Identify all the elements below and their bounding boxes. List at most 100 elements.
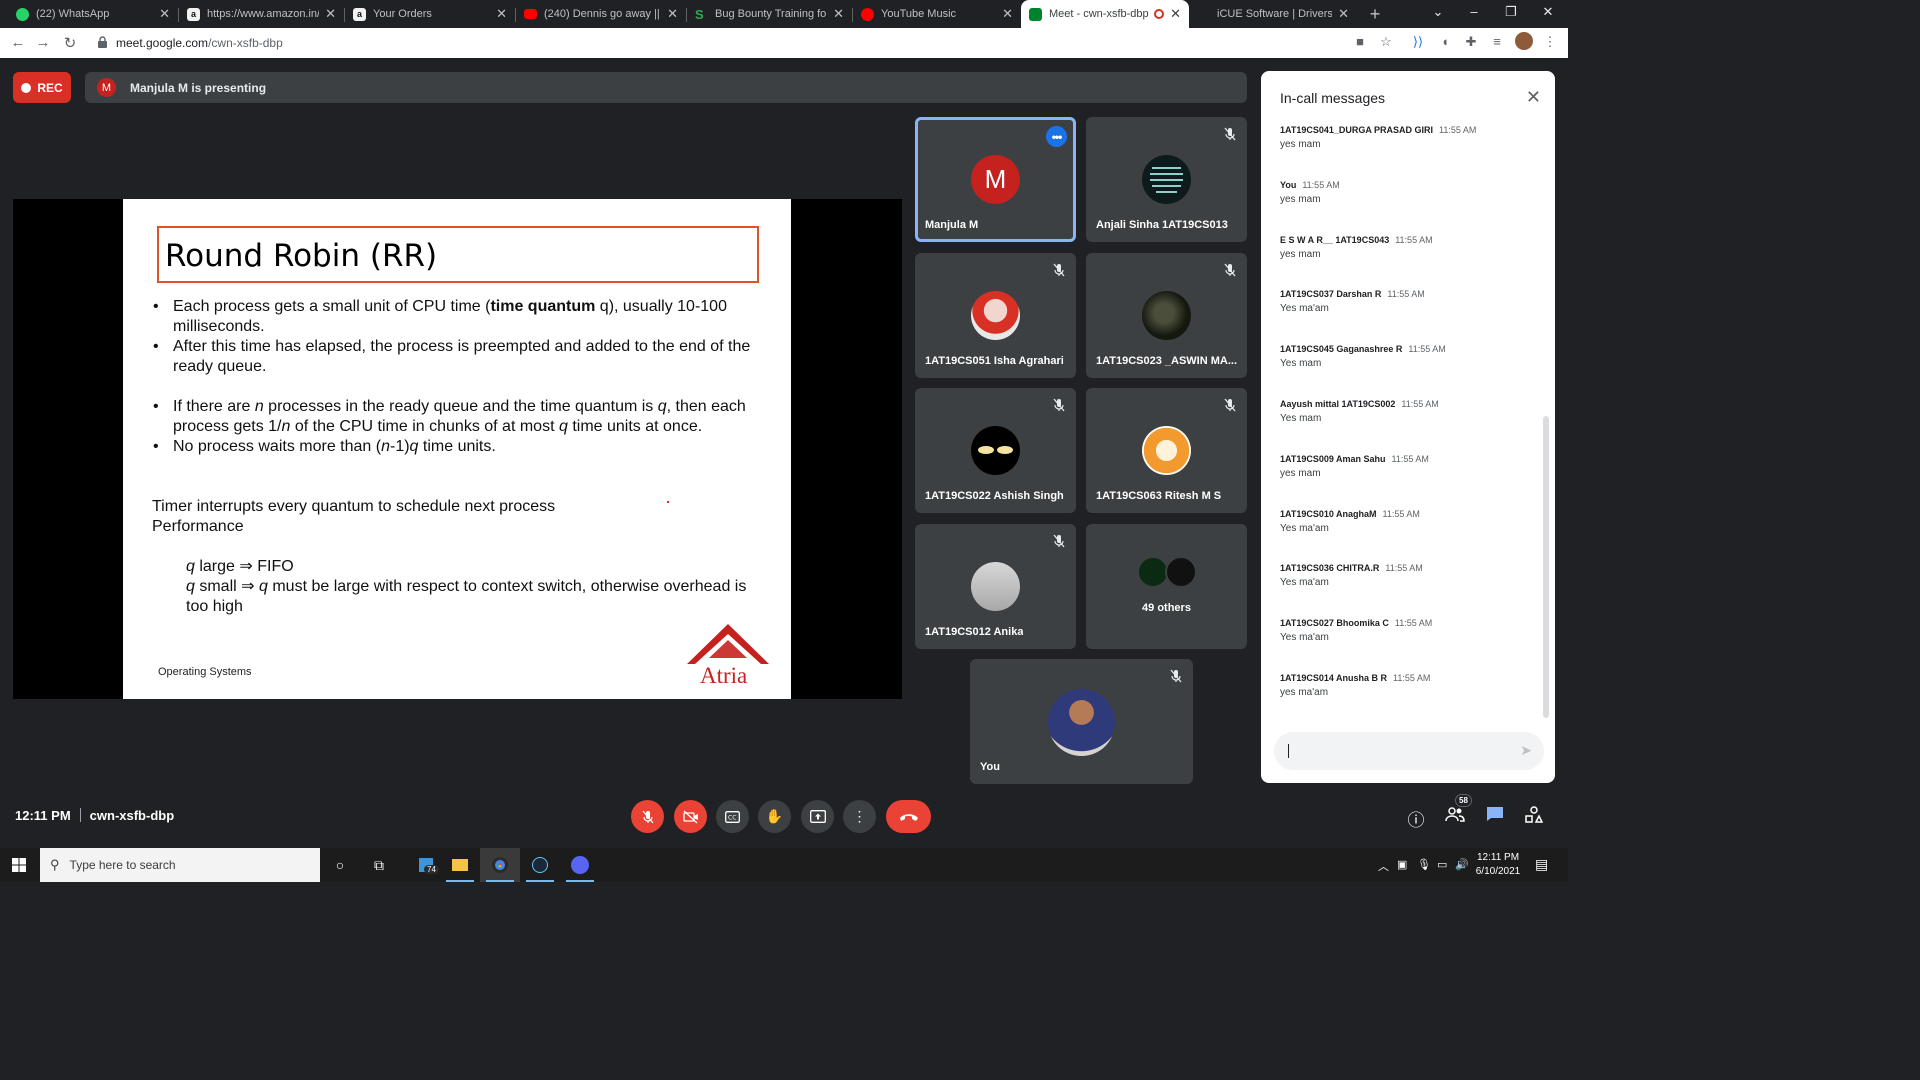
tray-mic-icon[interactable]: 🎙 <box>1417 858 1431 871</box>
more-options-icon[interactable]: ••• <box>1046 126 1067 147</box>
message-text: yes mam <box>1280 139 1321 150</box>
message-header: 1AT19CS045 Gaganashree R 11:55 AM <box>1280 344 1540 354</box>
chat-icon[interactable] <box>1484 806 1506 827</box>
mic-off-icon <box>1224 398 1236 412</box>
file-explorer-icon[interactable] <box>440 848 480 882</box>
close-icon[interactable]: ✕ <box>1170 6 1181 22</box>
system-clock[interactable]: 12:11 PM 6/10/2021 <box>1472 851 1524 879</box>
discord-icon[interactable] <box>560 848 600 882</box>
window-close-button[interactable]: ✕ <box>1538 4 1558 20</box>
volume-icon[interactable]: 🔊 <box>1455 858 1469 871</box>
close-icon[interactable]: ✕ <box>325 6 336 22</box>
meeting-info-icon[interactable]: ⓘ <box>1405 806 1427 831</box>
recording-indicator-icon <box>1154 9 1165 19</box>
tab-youtube-music[interactable]: YouTube Music ✕ <box>853 0 1021 28</box>
tab-youtube[interactable]: (240) Dennis go away || De ✕ <box>516 0 686 28</box>
more-options-button[interactable]: ⋮ <box>843 800 876 833</box>
participant-tile[interactable]: M ••• Manjula M <box>915 117 1076 242</box>
tab-search-icon[interactable]: ⌄ <box>1428 4 1448 20</box>
others-tile[interactable]: 49 others <box>1086 524 1247 649</box>
participant-name: You <box>980 761 1000 773</box>
lock-icon <box>98 36 107 48</box>
slide: Round Robin (RR) Each process gets a sma… <box>123 199 791 699</box>
raise-hand-button[interactable]: ✋ <box>758 800 791 833</box>
camera-icon[interactable]: ■ <box>1352 34 1368 49</box>
puzzle-icon[interactable]: ✚ <box>1463 34 1479 50</box>
recording-button[interactable]: REC <box>13 72 71 103</box>
close-icon[interactable]: ✕ <box>496 6 507 22</box>
activities-icon[interactable] <box>1523 806 1545 828</box>
restore-button[interactable]: ❐ <box>1501 4 1521 20</box>
list-item: 1AT19CS027 Bhoomika C 11:55 AM Yes ma'am <box>1280 618 1540 673</box>
timestamp: 11:55 AM <box>1408 344 1446 355</box>
close-icon[interactable]: ✕ <box>1002 6 1013 22</box>
tab-icue[interactable]: iCUE Software | Drivers | S ✕ <box>1189 0 1357 28</box>
participant-tile[interactable]: 1AT19CS022 Ashish Singh <box>915 388 1076 513</box>
italic-var: n <box>381 438 390 455</box>
participant-tile[interactable]: 1AT19CS012 Anika <box>915 524 1076 649</box>
tab-your-orders[interactable]: a Your Orders ✕ <box>345 0 515 28</box>
notifications-icon[interactable]: ▤ <box>1535 856 1548 873</box>
steam-icon[interactable] <box>520 848 560 882</box>
reload-button[interactable]: ↻ <box>61 34 79 52</box>
close-icon[interactable]: ✕ <box>667 6 678 22</box>
media-control-icon[interactable]: ≡ <box>1489 34 1505 49</box>
participant-tile[interactable]: Anjali Sinha 1AT19CS013 <box>1086 117 1247 242</box>
chat-message-input[interactable]: ➤ <box>1274 732 1544 770</box>
timestamp: 11:55 AM <box>1394 618 1433 629</box>
tab-label: https://www.amazon.in/pr <box>207 8 320 20</box>
chrome-icon[interactable] <box>480 848 520 882</box>
send-icon[interactable]: ➤ <box>1520 742 1532 759</box>
tab-meet[interactable]: Meet - cwn-xsfb-dbp ✕ <box>1021 0 1189 28</box>
tab-amazon[interactable]: a https://www.amazon.in/pr ✕ <box>179 0 344 28</box>
close-icon[interactable]: ✕ <box>833 6 844 22</box>
tray-app-icon[interactable]: ▣ <box>1397 858 1407 871</box>
presenter-avatar: M <box>97 78 116 97</box>
people-icon-svg <box>1445 807 1465 822</box>
meeting-time: 12:11 PM <box>15 808 71 823</box>
browser-menu-icon[interactable]: ⋮ <box>1542 34 1558 50</box>
participant-tile[interactable]: 1AT19CS063 Ritesh M S <box>1086 388 1247 513</box>
new-tab-button[interactable]: + <box>1366 4 1384 25</box>
presentation-view: Round Robin (RR) Each process gets a sma… <box>13 199 902 699</box>
participant-tile[interactable]: 1AT19CS023 _ASWIN MA... <box>1086 253 1247 378</box>
present-screen-icon <box>809 810 826 823</box>
address-bar[interactable]: meet.google.com/cwn-xsfb-dbp <box>90 31 1558 55</box>
network-icon[interactable]: ▭ <box>1437 858 1447 871</box>
tray-chevron-icon[interactable]: ︿ <box>1378 858 1389 874</box>
tab-bug-bounty[interactable]: S Bug Bounty Training for Be ✕ <box>687 0 852 28</box>
windows-start-icon[interactable] <box>12 858 26 872</box>
presenting-text: Manjula M is presenting <box>130 80 267 95</box>
slide-title-box: Round Robin (RR) <box>157 226 759 283</box>
self-tile[interactable]: You <box>970 659 1193 784</box>
camera-toggle-button[interactable] <box>674 800 707 833</box>
taskbar-search-box[interactable]: ⚲ Type here to search <box>40 848 320 882</box>
captions-icon: CC <box>725 810 740 823</box>
message-text: Yes mam <box>1280 412 1322 424</box>
close-icon[interactable]: ✕ <box>1526 87 1541 108</box>
message-text: Yes ma'am <box>1280 522 1329 534</box>
sender-name: 1AT19CS009 Aman Sahu <box>1280 453 1386 464</box>
minimize-button[interactable]: – <box>1464 4 1484 19</box>
mic-toggle-button[interactable] <box>631 800 664 833</box>
profile-avatar[interactable] <box>1515 32 1533 50</box>
atria-logo-word: Atria <box>700 663 748 688</box>
mic-off-icon <box>1053 398 1065 412</box>
task-view-icon[interactable]: ⧉ <box>359 848 399 882</box>
chat-scrollbar[interactable] <box>1543 416 1549 718</box>
leave-call-button[interactable] <box>886 800 931 833</box>
tab-whatsapp[interactable]: (22) WhatsApp ✕ <box>8 0 178 28</box>
close-icon[interactable]: ✕ <box>1338 6 1349 22</box>
extension-icon[interactable]: ◖ <box>1437 34 1453 49</box>
people-icon[interactable] <box>1444 806 1466 827</box>
close-icon[interactable]: ✕ <box>159 6 170 22</box>
cortana-icon[interactable]: ○ <box>320 848 360 882</box>
back-button[interactable]: ← <box>9 34 27 51</box>
forward-button[interactable]: → <box>34 34 52 51</box>
bullet-text: Each process gets a small unit of CPU ti… <box>173 298 491 315</box>
participant-tile[interactable]: 1AT19CS051 Isha Agrahari <box>915 253 1076 378</box>
bookmark-star-icon[interactable]: ☆ <box>1378 34 1394 50</box>
extension-icon[interactable]: ⟩⟩ <box>1410 34 1426 50</box>
captions-button[interactable]: CC <box>716 800 749 833</box>
present-now-button[interactable] <box>801 800 834 833</box>
